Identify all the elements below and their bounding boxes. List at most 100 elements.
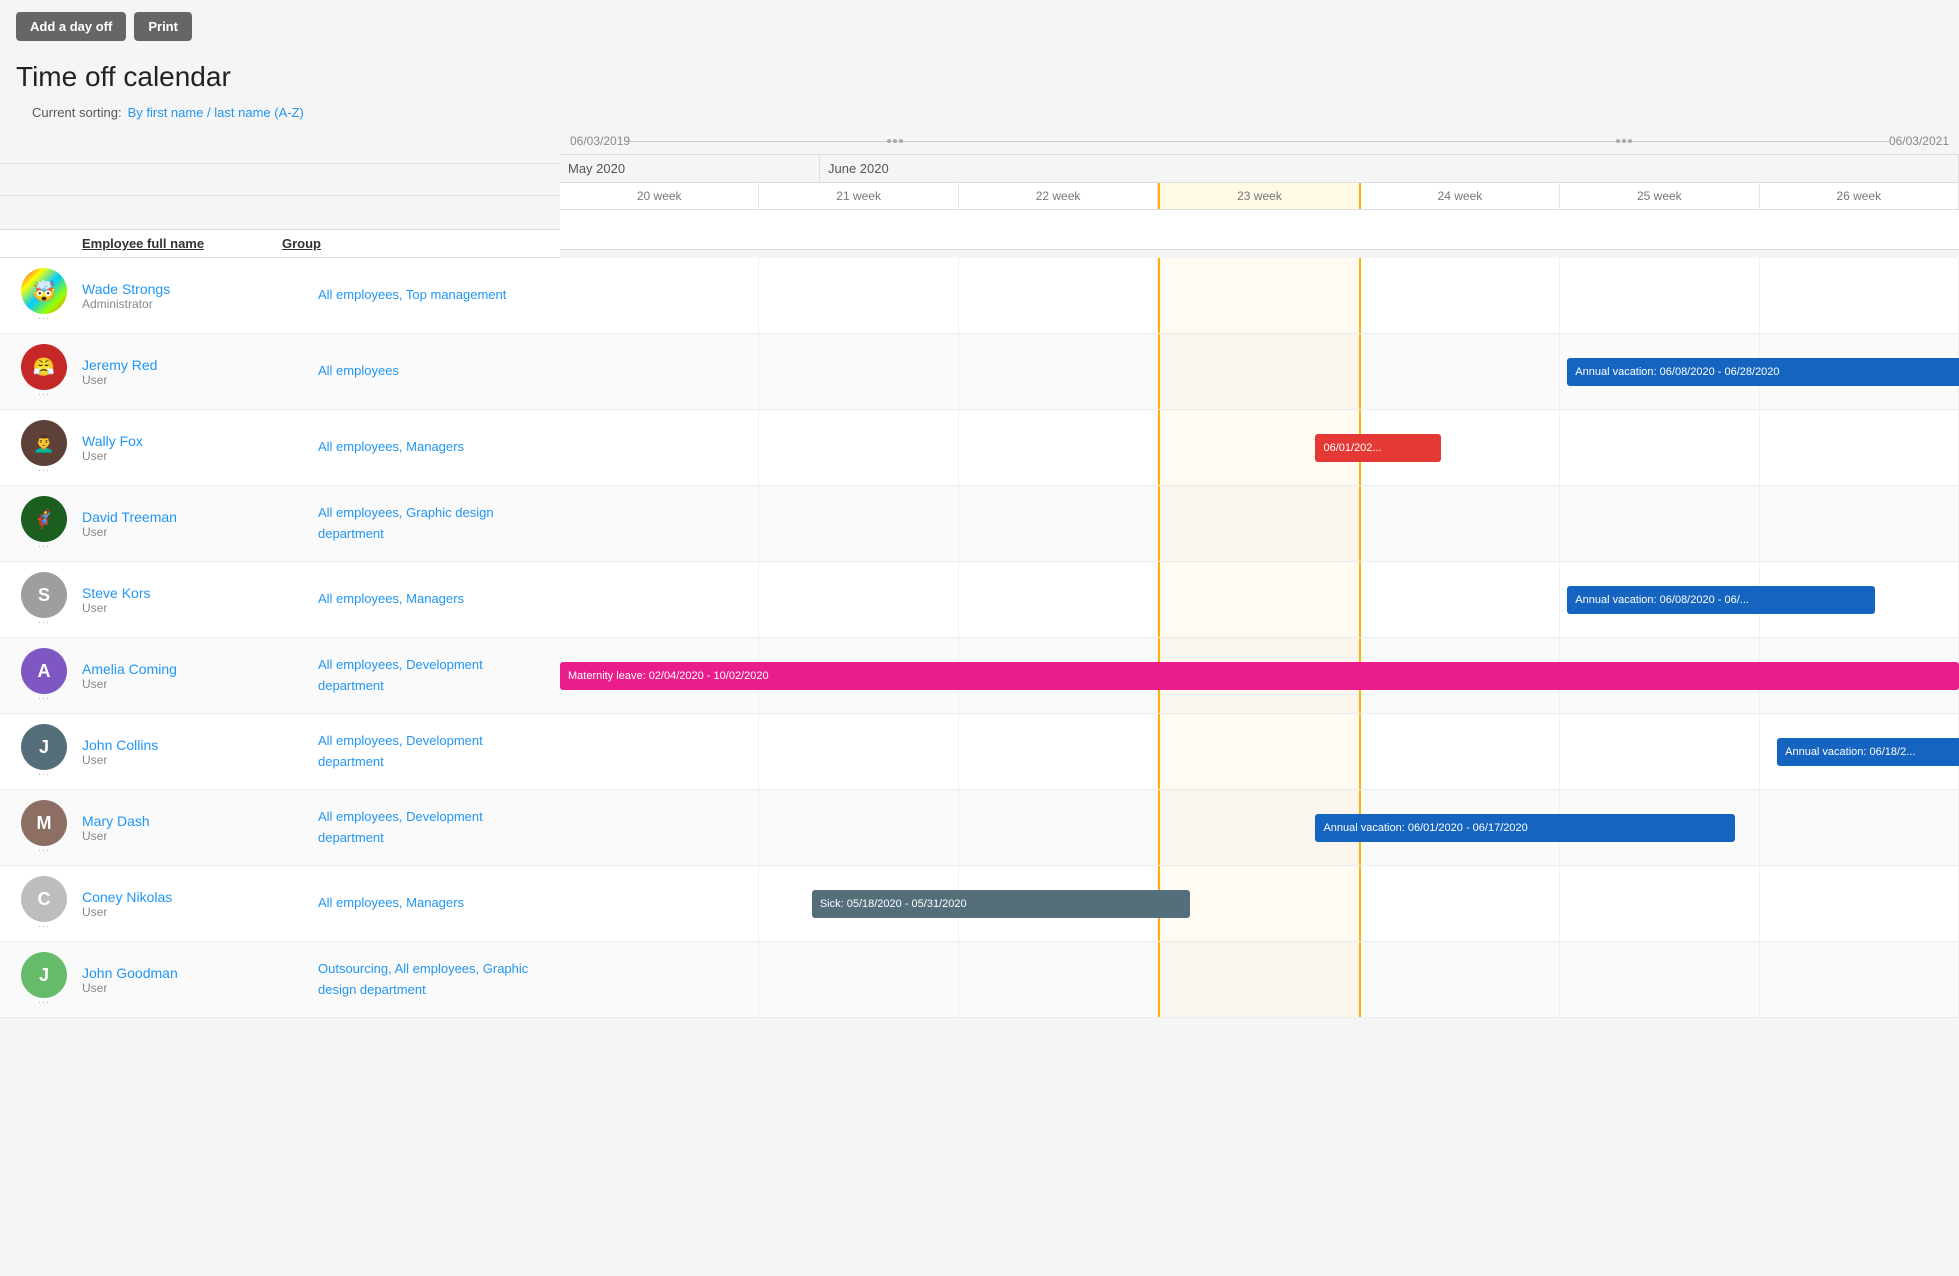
grid-col-26: [1760, 410, 1959, 485]
months-row: May 2020 June 2020: [560, 155, 1959, 183]
employee-row: J ··· John Collins User All employees, D…: [0, 714, 1959, 790]
employee-info: M ··· Mary Dash User All employees, Deve…: [0, 790, 560, 865]
employee-groups[interactable]: All employees, Development department: [318, 647, 544, 705]
avatar-dots: ···: [38, 694, 50, 703]
employee-groups[interactable]: All employees, Top management: [318, 277, 544, 314]
vacation-bar[interactable]: Annual vacation: 06/08/2020 - 06/28/2020: [1567, 358, 1959, 386]
employee-groups[interactable]: All employees, Managers: [318, 885, 544, 922]
add-day-off-button[interactable]: Add a day off: [16, 12, 126, 41]
grid-col-24: [1361, 942, 1560, 1017]
timeline-grid: [560, 486, 1959, 561]
employee-name[interactable]: Steve Kors: [82, 585, 308, 601]
grid-col-22: [959, 410, 1158, 485]
employee-role: Administrator: [82, 297, 308, 311]
month-june: June 2020: [820, 155, 1959, 182]
grid-col-21: [759, 334, 958, 409]
timeline-cell: Annual vacation: 06/01/2020 - 06/17/2020: [560, 790, 1959, 865]
employee-name[interactable]: John Goodman: [82, 965, 308, 981]
timeline-cell: Annual vacation: 06/08/2020 - 06/28/2020: [560, 334, 1959, 409]
employee-row: 👨‍🦱 ··· Wally Fox User All employees, Ma…: [0, 410, 1959, 486]
employee-role: User: [82, 677, 308, 691]
employee-name[interactable]: Wally Fox: [82, 433, 308, 449]
timeline-grid: [560, 790, 1959, 865]
grid-col-25: [1560, 258, 1759, 333]
employee-groups[interactable]: All employees, Managers: [318, 429, 544, 466]
avatar: 👨‍🦱: [21, 420, 67, 466]
range-end: 06/03/2021: [1889, 134, 1949, 148]
employee-name[interactable]: Jeremy Red: [82, 357, 308, 373]
week-22: 22 week: [959, 183, 1158, 209]
avatar: J: [21, 724, 67, 770]
employee-groups[interactable]: All employees, Development department: [318, 799, 544, 857]
week-26: 26 week: [1760, 183, 1959, 209]
employee-name[interactable]: Wade Strongs: [82, 281, 308, 297]
employee-name[interactable]: Mary Dash: [82, 813, 308, 829]
grid-col-24: [1361, 258, 1560, 333]
grid-col-24: [1361, 486, 1560, 561]
range-start: 06/03/2019: [570, 134, 630, 148]
grid-col-24: [1361, 714, 1560, 789]
grid-col-23: [1158, 714, 1360, 789]
grid-col-20: [560, 562, 759, 637]
employee-info: A ··· Amelia Coming User All employees, …: [0, 638, 560, 713]
employee-groups[interactable]: Outsourcing, All employees, Graphic desi…: [318, 951, 544, 1009]
vacation-bar[interactable]: Annual vacation: 06/08/2020 - 06/...: [1567, 586, 1875, 614]
employee-row: 🤯 ··· Wade Strongs Administrator All emp…: [0, 258, 1959, 334]
employee-row: C ··· Coney Nikolas User All employees, …: [0, 866, 1959, 942]
range-line: [630, 141, 1889, 142]
vacation-bar[interactable]: Annual vacation: 06/18/2...: [1777, 738, 1959, 766]
avatar: 🦸: [21, 496, 67, 542]
avatar-dots: ···: [38, 466, 50, 475]
timeline-cell: Sick: 05/18/2020 - 05/31/2020: [560, 866, 1959, 941]
grid-col-21: [759, 410, 958, 485]
employee-meta: Amelia Coming User: [82, 661, 308, 691]
sorting-label: Current sorting:: [32, 105, 122, 120]
week-23: 23 week: [1158, 183, 1360, 209]
employee-name[interactable]: Coney Nikolas: [82, 889, 308, 905]
employee-groups[interactable]: All employees, Graphic design department: [318, 495, 544, 553]
sorting-value[interactable]: By first name / last name (A-Z): [128, 105, 304, 120]
vacation-bar[interactable]: Maternity leave: 02/04/2020 - 10/02/2020: [560, 662, 1959, 690]
employee-row: M ··· Mary Dash User All employees, Deve…: [0, 790, 1959, 866]
main-layout: Employee full name Group 06/03/2019: [0, 128, 1959, 258]
vacation-bar[interactable]: Annual vacation: 06/01/2020 - 06/17/2020: [1315, 814, 1735, 842]
employee-row: J ··· John Goodman User Outsourcing, All…: [0, 942, 1959, 1018]
employee-groups[interactable]: All employees, Managers: [318, 581, 544, 618]
employee-role: User: [82, 449, 308, 463]
grid-col-23: [1158, 258, 1360, 333]
avatar-dots: ···: [38, 770, 50, 779]
employee-name[interactable]: Amelia Coming: [82, 661, 308, 677]
grid-col-26: [1760, 486, 1959, 561]
employee-name[interactable]: John Collins: [82, 737, 308, 753]
grid-col-22: [959, 942, 1158, 1017]
sorting-bar: Current sorting: By first name / last na…: [16, 101, 1943, 128]
grid-col-21: [759, 562, 958, 637]
timeline-cell: 06/01/202...: [560, 410, 1959, 485]
timeline-grid: [560, 258, 1959, 333]
avatar-dots: ···: [38, 922, 50, 931]
avatar: M: [21, 800, 67, 846]
avatar: S: [21, 572, 67, 618]
vacation-bar[interactable]: 06/01/202...: [1315, 434, 1441, 462]
print-button[interactable]: Print: [134, 12, 192, 41]
employee-role: User: [82, 525, 308, 539]
grid-col-23: [1158, 486, 1360, 561]
vacation-bar[interactable]: Sick: 05/18/2020 - 05/31/2020: [812, 890, 1190, 918]
employee-role: User: [82, 829, 308, 843]
employee-groups[interactable]: All employees: [318, 353, 544, 390]
avatar-dots: ···: [38, 390, 50, 399]
grid-col-22: [959, 258, 1158, 333]
week-25: 25 week: [1560, 183, 1759, 209]
weeks-row: 20 week 21 week 22 week 23 week 24 week …: [560, 183, 1959, 210]
avatar-dots: ···: [38, 998, 50, 1007]
grid-col-26: [1760, 866, 1959, 941]
grid-col-22: [959, 562, 1158, 637]
employee-name[interactable]: David Treeman: [82, 509, 308, 525]
dot4: [1616, 139, 1620, 143]
grid-col-20: [560, 942, 759, 1017]
employee-row: S ··· Steve Kors User All employees, Man…: [0, 562, 1959, 638]
grid-col-20: [560, 866, 759, 941]
avatar: 😤: [21, 344, 67, 390]
employee-meta: Steve Kors User: [82, 585, 308, 615]
employee-groups[interactable]: All employees, Development department: [318, 723, 544, 781]
